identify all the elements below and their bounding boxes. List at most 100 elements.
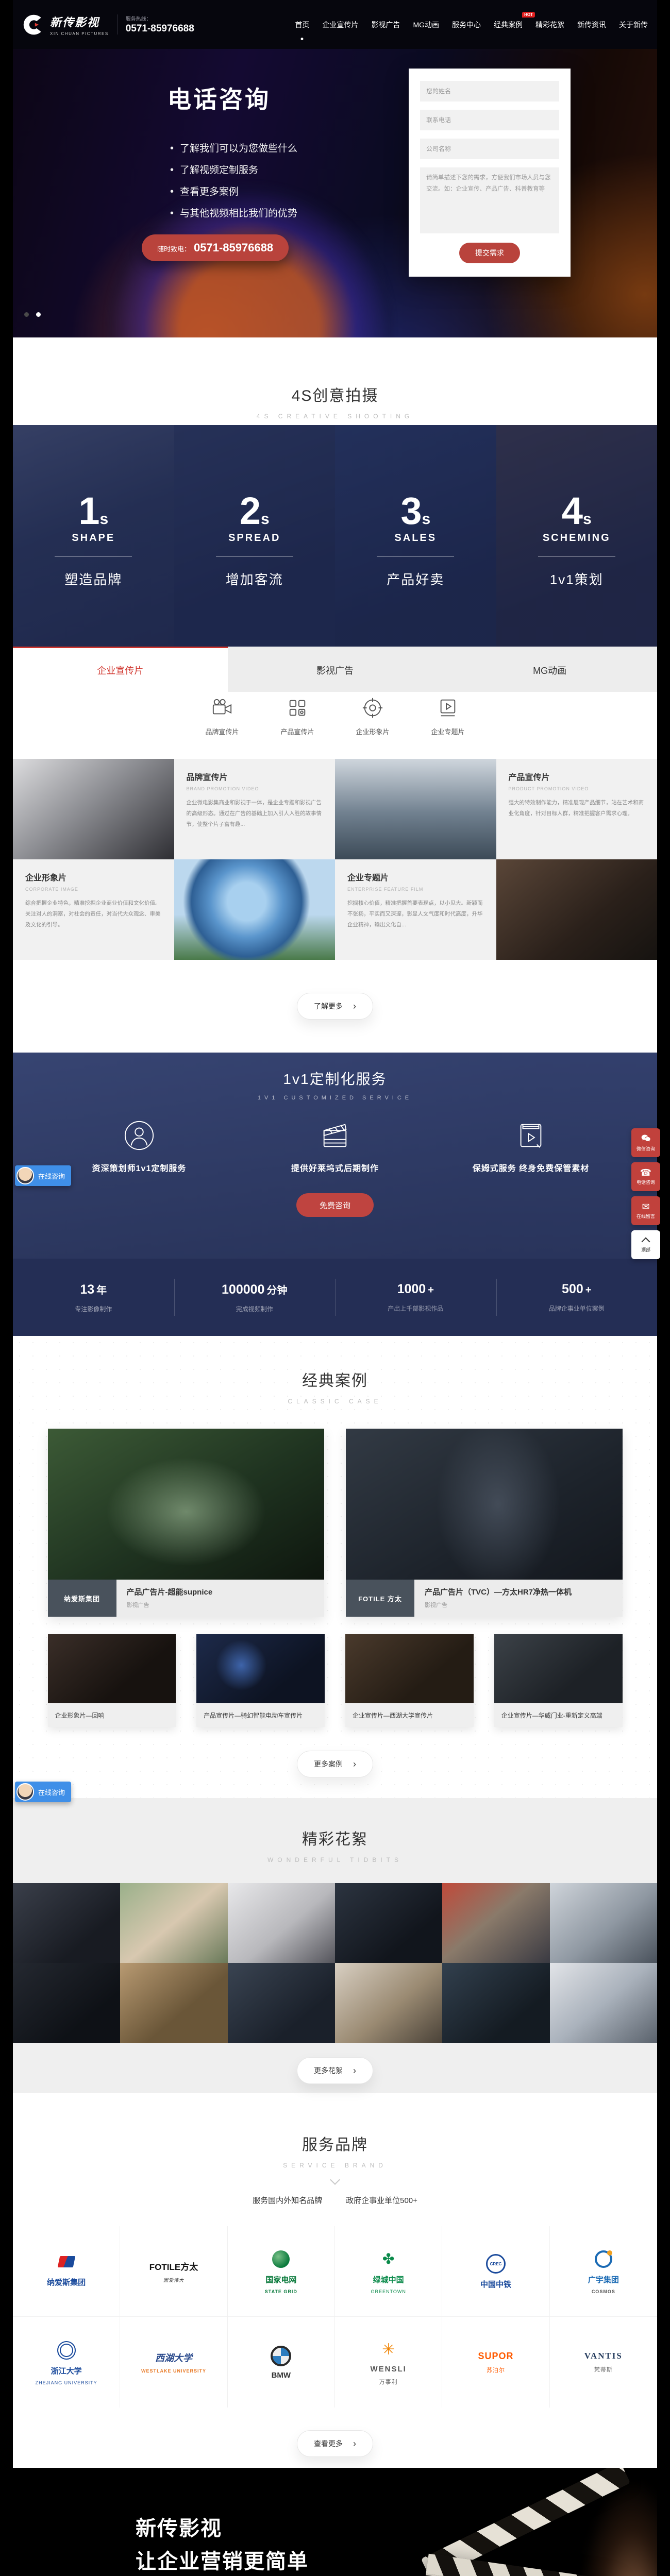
nav-item-about[interactable]: 关于新传 xyxy=(619,16,648,33)
service-item-brand[interactable]: 品牌宣传片 BRAND PROMOTION VIDEO 企业微电影集商业和影视于… xyxy=(174,759,336,859)
page: 新传影视 XIN CHUAN PICTURES 服务热线： 0571-85976… xyxy=(13,0,657,2576)
brand-logo-supor: SUPOR苏泊尔 xyxy=(442,2317,549,2408)
brand-logo-grid: 纳爱斯集团 FOTILE方太因爱伟大 国家电网STATE GRID ✤绿城中国G… xyxy=(13,2226,657,2408)
case-card-small[interactable]: 企业宣传片—华威门业-重新定义高端 xyxy=(494,1634,623,1727)
service-item-feature[interactable]: 企业专题片 ENTERPRISE FEATURE FILM 挖掘核心价值，精准把… xyxy=(335,859,496,960)
service-grid: 品牌宣传片 BRAND PROMOTION VIDEO 企业微电影集商业和影视于… xyxy=(13,759,657,960)
brands-title: 服务品牌 xyxy=(13,2132,657,2155)
logo-icon xyxy=(22,13,45,36)
divider xyxy=(538,556,615,557)
company-input[interactable] xyxy=(420,139,559,159)
case-video-thumbnail[interactable] xyxy=(48,1429,325,1580)
type-product-video[interactable]: 产品宣传片 xyxy=(260,697,335,759)
creative-card-scheming[interactable]: 4s SCHEMING 1v1策划 xyxy=(496,425,658,647)
call-now-button[interactable]: 随时致电： 0571-85976688 xyxy=(142,234,289,261)
hero-bullet: 了解我们可以为您做些什么 xyxy=(170,141,297,155)
phone-input[interactable] xyxy=(420,110,559,130)
creative-section-head: 4S创意拍摄 4S CREATIVE SHOOTING xyxy=(13,337,657,425)
bmw-roundel-icon xyxy=(271,2346,291,2366)
case-card-fotile[interactable]: FOTILE 方太 产品广告片（TVC）—方太HR7净热一体机 影视广告 xyxy=(346,1429,623,1617)
hero-bullets: 了解我们可以为您做些什么 了解视频定制服务 查看更多案例 与其他视频相比我们的优… xyxy=(170,141,297,227)
hot-badge: HOT xyxy=(522,12,535,18)
crec-roundel-icon: CREC xyxy=(486,2254,506,2274)
tidbits-photo xyxy=(335,1883,442,1963)
nav-item-classic-case[interactable]: 经典案例HOT xyxy=(494,16,523,33)
hero-title: 电话咨询 xyxy=(167,81,271,115)
nav-item-service-center[interactable]: 服务中心 xyxy=(452,16,481,33)
nav-item-home[interactable]: 首页 xyxy=(295,16,309,33)
creative-card-spread[interactable]: 2s SPREAD 增加客流 xyxy=(174,425,336,647)
logo[interactable]: 新传影视 XIN CHUAN PICTURES xyxy=(22,13,109,36)
name-input[interactable] xyxy=(420,81,559,101)
tidbits-photo xyxy=(13,1963,120,2043)
type-image-film[interactable]: 企业形象片 xyxy=(335,697,410,759)
grid-icon xyxy=(287,697,308,719)
service-photo-dishwasher xyxy=(13,759,174,859)
creative-card-sales[interactable]: 3s SALES 产品好卖 xyxy=(335,425,496,647)
cases-title: 经典案例 xyxy=(13,1368,657,1391)
leave-message-button[interactable]: 在线留言 xyxy=(631,1196,660,1225)
creative-subtitle: 4S CREATIVE SHOOTING xyxy=(13,413,657,420)
case-video-thumbnail[interactable] xyxy=(346,1429,623,1580)
ring-mark-icon xyxy=(595,2250,612,2268)
online-consult-widget[interactable]: 在线咨询 xyxy=(15,1782,71,1802)
nav-item-tidbits[interactable]: 精彩花絮 xyxy=(535,16,564,33)
service-item-product[interactable]: 产品宣传片 PRODUCT PROMOTION VIDEO 强大的特效制作能力，… xyxy=(496,759,658,859)
phone-consult-button[interactable]: 电话咨询 xyxy=(631,1162,660,1191)
agent-avatar xyxy=(16,1167,34,1184)
more-tidbits-button[interactable]: 更多花絮 xyxy=(297,2057,373,2084)
submit-request-button[interactable]: 提交需求 xyxy=(459,243,520,263)
divider xyxy=(55,556,132,557)
wechat-consult-button[interactable]: 微信咨询 xyxy=(631,1128,660,1157)
tidbits-title: 精彩花絮 xyxy=(13,1826,657,1849)
free-consult-button[interactable]: 免费咨询 xyxy=(296,1193,374,1217)
divider xyxy=(216,556,293,557)
hero-banner: 电话咨询 了解我们可以为您做些什么 了解视频定制服务 查看更多案例 与其他视频相… xyxy=(13,49,657,337)
slider-dot-active[interactable] xyxy=(36,312,41,317)
clover-mark-icon: ✤ xyxy=(382,2252,394,2266)
call-label: 随时致电： xyxy=(157,244,191,253)
online-consult-widget[interactable]: 在线咨询 xyxy=(15,1165,71,1186)
seal-mark-icon xyxy=(57,2341,76,2360)
tidbits-photo xyxy=(13,1883,120,1963)
main-nav: 首页 企业宣传片 影视广告 MG动画 服务中心 经典案例HOT 精彩花絮 新传资… xyxy=(295,16,648,33)
learn-more-button[interactable]: 了解更多 xyxy=(297,993,373,1020)
tab-corporate-video[interactable]: 企业宣传片 xyxy=(13,647,228,692)
logo-subtitle: XIN CHUAN PICTURES xyxy=(50,31,109,36)
case-card-supnice[interactable]: 纳爱斯集团 产品广告片-超能supnice 影视广告 xyxy=(48,1429,325,1617)
type-feature-film[interactable]: 企业专题片 xyxy=(410,697,485,759)
message-textarea[interactable] xyxy=(420,167,559,233)
client-logo: FOTILE 方太 xyxy=(346,1580,414,1617)
tab-film-ad[interactable]: 影视广告 xyxy=(228,647,443,692)
brand-logo-wensli: ✳WENSLI万事利 xyxy=(335,2317,442,2408)
nav-item-mg-animation[interactable]: MG动画 xyxy=(413,16,439,33)
more-brands-button[interactable]: 查看更多 xyxy=(297,2430,373,2457)
slider-dot[interactable] xyxy=(24,312,29,317)
creative-card-shape[interactable]: 1s SHAPE 塑造品牌 xyxy=(13,425,174,647)
inquiry-form: 提交需求 xyxy=(409,69,571,277)
nav-item-news[interactable]: 新传资讯 xyxy=(577,16,606,33)
cases-section: 经典案例 CLASSIC CASE 纳爱斯集团 产品广告片-超能supnice … xyxy=(13,1336,657,1798)
hotline-label: 服务热线： xyxy=(126,14,194,22)
flag-mark-icon xyxy=(57,2256,75,2267)
tab-mg-animation[interactable]: MG动画 xyxy=(442,647,657,692)
tidbits-photo xyxy=(335,1963,442,2043)
tidbits-photo xyxy=(442,1963,549,2043)
type-brand-video[interactable]: 品牌宣传片 xyxy=(185,697,260,759)
brand-tag: 服务国内外知名品牌 xyxy=(253,2195,322,2206)
stat-clients: 500+ 品牌企事业单位案例 xyxy=(496,1282,658,1313)
back-to-top-button[interactable]: 顶部 xyxy=(631,1230,660,1259)
case-card-small[interactable]: 产品宣传片—骑幻智能电动车宣传片 xyxy=(196,1634,325,1727)
nav-item-film-ad[interactable]: 影视广告 xyxy=(371,16,400,33)
more-cases-button[interactable]: 更多案例 xyxy=(297,1751,373,1777)
stat-years: 13年 专注影像制作 xyxy=(13,1282,174,1313)
feature-planner: 资深策划师1v1定制服务 xyxy=(80,1120,198,1174)
stat-works: 1000+ 产出上千部影视作品 xyxy=(335,1282,496,1313)
service-item-image[interactable]: 企业形象片 CORPORATE IMAGE 综合把握企业特色，精准挖掘企业商业价… xyxy=(13,859,174,960)
divider xyxy=(377,556,454,557)
custom-title: 1v1定制化服务 xyxy=(13,1068,657,1089)
play-doc-icon xyxy=(437,697,459,719)
nav-item-corporate-video[interactable]: 企业宣传片 xyxy=(322,16,358,33)
case-card-small[interactable]: 企业形象片—回响 xyxy=(48,1634,176,1727)
case-card-small[interactable]: 企业宣传片—西湖大学宣传片 xyxy=(345,1634,474,1727)
